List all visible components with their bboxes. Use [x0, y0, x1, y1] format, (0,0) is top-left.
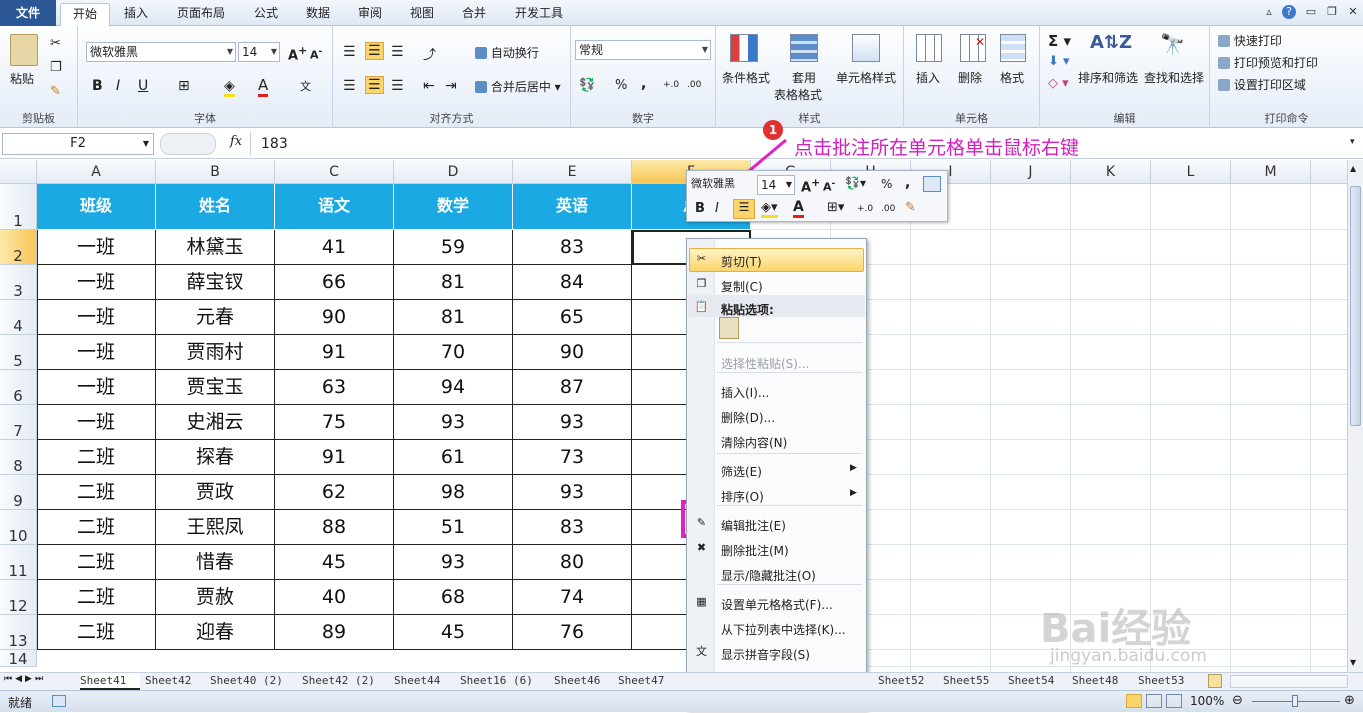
mini-grow-font-icon[interactable]: A+: [801, 176, 820, 195]
mini-decrease-decimal-icon[interactable]: .00: [881, 204, 895, 214]
mini-format-painter-icon[interactable]: ✎: [905, 200, 916, 215]
mini-italic-icon[interactable]: I: [715, 201, 719, 216]
annotation-text: 点击批注所在单元格单击鼠标右键: [794, 137, 1080, 159]
menu-separator: [717, 453, 862, 454]
macro-record-icon[interactable]: [52, 695, 66, 707]
sheet-tab[interactable]: Sheet41: [80, 673, 140, 690]
mini-increase-decimal-icon[interactable]: +.0: [857, 204, 873, 214]
sheet-nav-icons[interactable]: ⏮◀▶⏭: [4, 674, 46, 684]
paste-option-icon[interactable]: [719, 317, 739, 339]
menu-item[interactable]: 设置单元格格式(F)...: [721, 596, 833, 613]
format-cells-icon: ▦: [696, 595, 707, 608]
edit-comment-icon: ✎: [696, 516, 707, 529]
copy-icon: ❐: [696, 277, 707, 290]
phonetic-icon: 文: [696, 645, 707, 658]
menu-item[interactable]: 删除批注(M): [721, 542, 789, 559]
sheet-tab[interactable]: Sheet52: [878, 673, 940, 690]
mini-shrink-font-icon[interactable]: A-: [823, 178, 835, 194]
menu-separator: [717, 372, 862, 373]
status-ready: 就绪: [8, 696, 33, 710]
paste-options-header-bg: [688, 295, 865, 317]
sheet-tab[interactable]: Sheet53: [1138, 673, 1198, 690]
sheet-tab-bar: ⏮◀▶⏭ Sheet41 Sheet42 Sheet40 (2) Sheet42 (2…: [0, 672, 1363, 690]
sheet-tab[interactable]: Sheet55: [943, 673, 1005, 690]
menu-item[interactable]: 排序(O): [721, 488, 764, 505]
mini-center-icon[interactable]: ☰: [733, 199, 755, 219]
horizontal-scrollbar[interactable]: [1230, 675, 1348, 688]
mini-font-size-value: 14: [761, 178, 777, 192]
sheet-tab[interactable]: Sheet40 (2): [210, 673, 298, 690]
watermark-url: jingyan.baidu.com: [1050, 646, 1207, 666]
context-menu: ✂ 剪切(T) ❐ 复制(C) 📋 粘贴选项: 选择性粘贴(S)... 插入(I)... 删除(…: [686, 238, 867, 712]
mini-fill-color-icon[interactable]: ◈▾: [761, 200, 778, 218]
menu-item[interactable]: 显示拼音字段(S): [721, 646, 810, 663]
menu-item[interactable]: 编辑批注(E): [721, 517, 786, 534]
mini-bold-icon[interactable]: B: [695, 201, 705, 216]
sheet-tab[interactable]: Sheet54: [1008, 673, 1068, 690]
zoom-slider-thumb[interactable]: [1292, 695, 1298, 707]
new-sheet-icon[interactable]: [1208, 674, 1222, 688]
paste-icon: 📋: [694, 300, 709, 313]
mini-percent-icon[interactable]: %: [881, 177, 892, 191]
sheet-tab[interactable]: Sheet47: [618, 673, 678, 690]
sheet-tab[interactable]: Sheet16 (6): [460, 673, 550, 690]
mini-font-color-icon[interactable]: A: [793, 199, 804, 218]
status-bar: 就绪 100% ⊖ ⊕: [0, 690, 1363, 712]
menu-item[interactable]: 从下拉列表中选择(K)...: [721, 621, 846, 638]
delete-comment-icon: ✖: [696, 541, 707, 554]
menu-item[interactable]: 复制(C): [721, 278, 763, 295]
mini-toolbar: 微软雅黑 14 ▼ A+ A- 💱▾ % , B I ☰ ◈▾ A ⊞▾ +.0 …: [686, 170, 948, 222]
annotation-badge-1: 1: [763, 120, 783, 140]
menu-item: 粘贴选项:: [721, 303, 774, 317]
zoom-level[interactable]: 100%: [1190, 694, 1224, 708]
sheet-tab[interactable]: Sheet48: [1072, 673, 1134, 690]
zoom-in-icon[interactable]: ⊕: [1344, 693, 1355, 708]
menu-item[interactable]: 选择性粘贴(S)...: [721, 355, 809, 372]
menu-item[interactable]: 剪切(T): [721, 253, 762, 270]
mini-font-size[interactable]: 14 ▼: [757, 175, 795, 195]
sheet-tab[interactable]: Sheet46: [554, 673, 614, 690]
mini-merge-icon[interactable]: [923, 176, 941, 192]
mini-font-name[interactable]: 微软雅黑: [691, 175, 755, 195]
sheet-tab[interactable]: Sheet42 (2): [302, 673, 390, 690]
menu-item[interactable]: 显示/隐藏批注(O): [721, 567, 816, 584]
mini-accounting-icon[interactable]: 💱▾: [845, 176, 866, 190]
scissors-icon: ✂: [696, 252, 707, 265]
submenu-arrow-icon: ▶: [850, 463, 857, 473]
menu-item[interactable]: 插入(I)...: [721, 384, 769, 401]
sheet-tab[interactable]: Sheet44: [394, 673, 456, 690]
menu-separator: [717, 584, 862, 585]
page-break-view-icon[interactable]: [1166, 694, 1182, 708]
menu-separator: [717, 505, 862, 506]
sheet-tab[interactable]: Sheet42: [145, 673, 207, 690]
menu-item[interactable]: 删除(D)...: [721, 409, 775, 426]
menu-item[interactable]: 清除内容(N): [721, 434, 787, 451]
normal-view-icon[interactable]: [1126, 694, 1142, 708]
zoom-out-icon[interactable]: ⊖: [1232, 693, 1243, 708]
menu-separator: [717, 342, 862, 343]
mini-border-icon[interactable]: ⊞▾: [827, 200, 844, 215]
menu-item[interactable]: 筛选(E): [721, 463, 762, 480]
submenu-arrow-icon: ▶: [850, 488, 857, 498]
menu-hover-highlight: [689, 248, 864, 272]
mini-comma-icon[interactable]: ,: [905, 175, 910, 191]
page-layout-view-icon[interactable]: [1146, 694, 1162, 708]
